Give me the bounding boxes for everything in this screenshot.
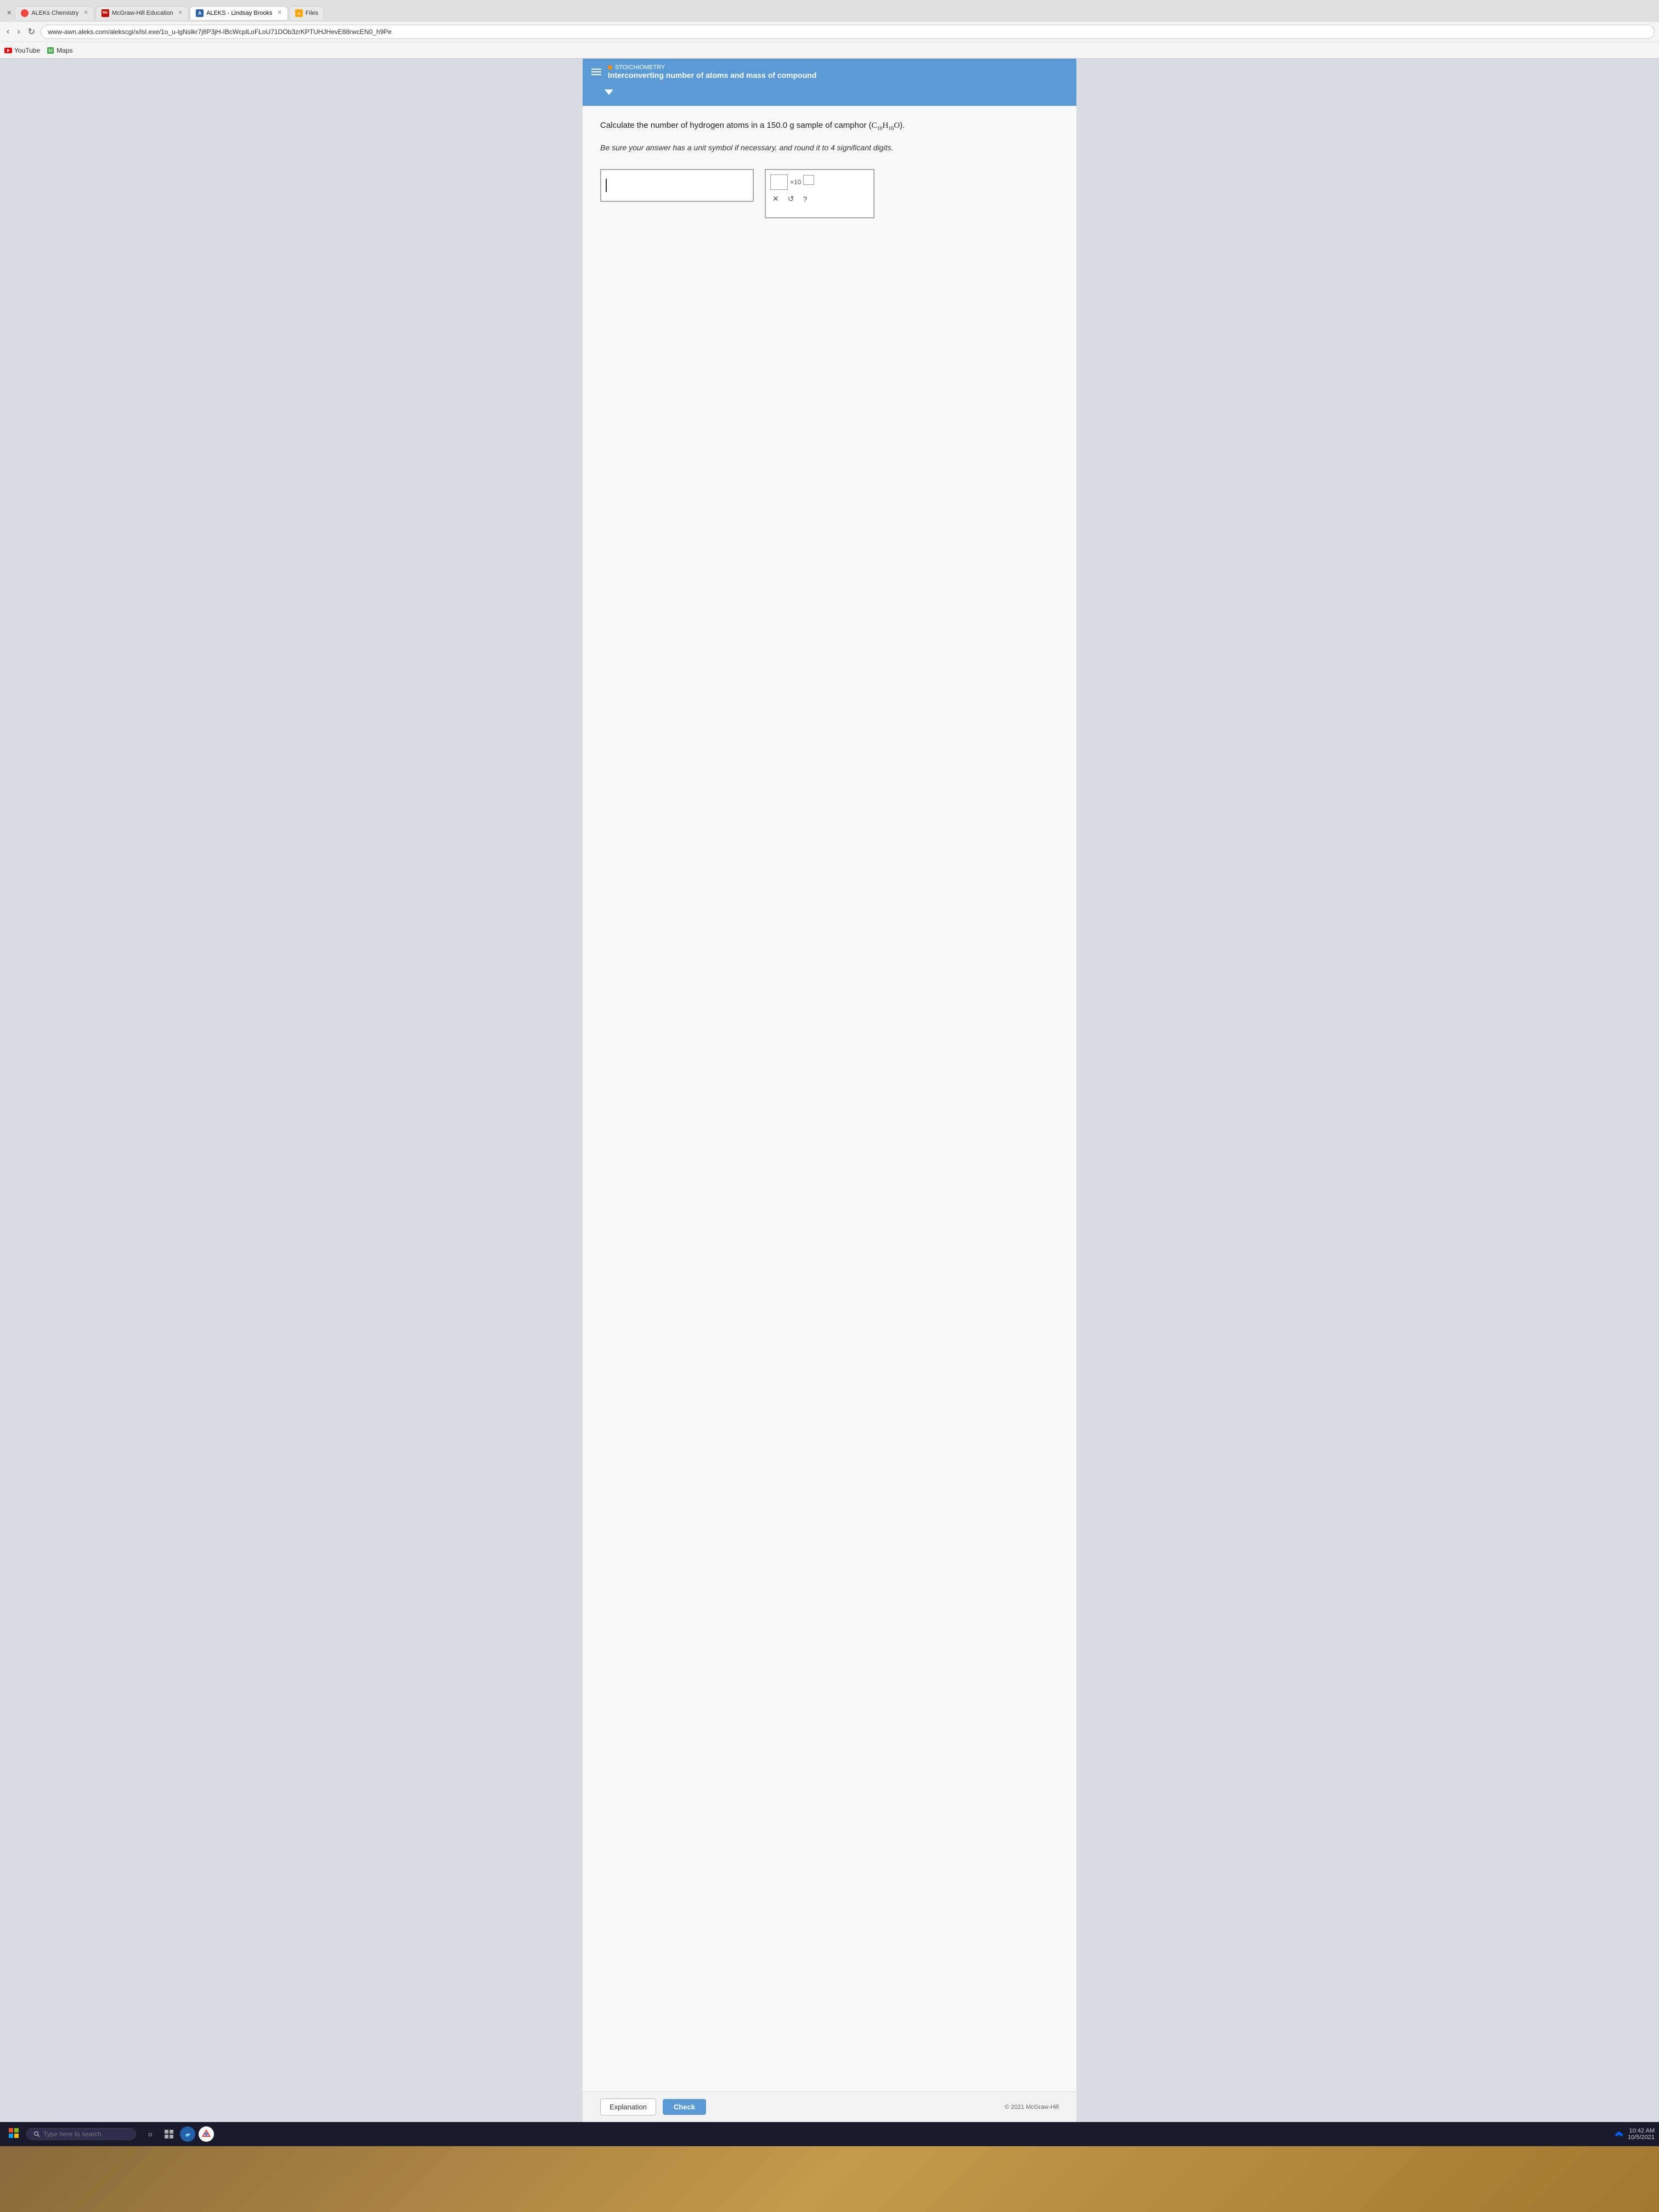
clock-date: 10/5/2021	[1628, 2134, 1655, 2141]
taskbar-search-input[interactable]	[43, 2130, 120, 2138]
forward-button[interactable]: ›	[15, 26, 22, 38]
tab-aleks-chemistry[interactable]: ALEKs Chemistry ✕	[15, 6, 94, 20]
expand-button[interactable]	[600, 87, 618, 97]
refresh-button[interactable]: ↻	[26, 25, 37, 38]
back-button[interactable]: ‹	[4, 26, 12, 38]
x10-label: ×10	[790, 178, 801, 186]
taskbar-circle-icon[interactable]: ○	[143, 2126, 158, 2142]
header-text: STOICHIOMETRY Interconverting number of …	[608, 64, 816, 80]
taskbar: ○	[0, 2122, 1659, 2146]
taskbar-search-bar[interactable]	[26, 2128, 136, 2140]
scientific-notation-box: ×10 ✕ ↺ ?	[765, 169, 874, 218]
laptop-body: // inline generation not needed, use CSS…	[0, 2146, 1659, 2212]
copyright-text: © 2021 McGraw-Hill	[1005, 2104, 1059, 2111]
dropbox-icon	[1615, 2130, 1623, 2138]
explanation-button[interactable]: Explanation	[600, 2098, 656, 2115]
svg-text:M: M	[49, 48, 53, 53]
formula-text: C10H16O	[871, 121, 900, 130]
bookmark-youtube-label: YouTube	[14, 47, 40, 54]
browser-chrome: ✕ ALEKs Chemistry ✕ Mc McGraw-Hill Educa…	[0, 0, 1659, 59]
sci-clear-button[interactable]: ✕	[772, 194, 779, 204]
address-input[interactable]: www-awn.aleks.com/alekscgi/x/lsl.exe/1o_…	[41, 25, 1655, 39]
topic-title: Interconverting number of atoms and mass…	[608, 71, 816, 80]
tab-aleks-main-close[interactable]: ✕	[278, 10, 282, 16]
clock-time: 10:42 AM	[1628, 2128, 1655, 2134]
stoichiometry-label: STOICHIOMETRY	[608, 64, 816, 71]
tab-aleks-label: ALEKs Chemistry	[31, 10, 78, 16]
svg-text:★: ★	[297, 12, 301, 16]
start-button[interactable]	[4, 2126, 23, 2143]
sci-undo-button[interactable]: ↺	[788, 194, 794, 204]
bookmarks-bar: YouTube M Maps	[0, 42, 1659, 58]
address-bar-row: ‹ › ↻ www-awn.aleks.com/alekscgi/x/lsl.e…	[0, 22, 1659, 42]
text-cursor	[606, 179, 607, 192]
page-container: STOICHIOMETRY Interconverting number of …	[583, 59, 1076, 2122]
sci-base-input[interactable]	[770, 174, 788, 190]
question-text: Calculate the number of hydrogen atoms i…	[600, 119, 1059, 133]
taskbar-chrome-icon[interactable]	[199, 2126, 214, 2142]
bottom-bar: Explanation Check © 2021 McGraw-Hill	[583, 2091, 1076, 2122]
tab-aleks-main[interactable]: A ALEKS - Lindsay Brooks ✕	[190, 6, 288, 20]
files-favicon: ★	[295, 9, 303, 17]
tab-mcgraw[interactable]: Mc McGraw-Hill Education ✕	[95, 6, 189, 20]
search-icon	[33, 2131, 40, 2137]
check-button[interactable]: Check	[663, 2099, 706, 2115]
answer-row: ×10 ✕ ↺ ?	[600, 169, 1059, 218]
browser-content: STOICHIOMETRY Interconverting number of …	[0, 59, 1659, 2122]
speaker-dots: // inline generation not needed, use CSS…	[747, 2171, 912, 2187]
tab-bar: ✕ ALEKs Chemistry ✕ Mc McGraw-Hill Educa…	[0, 0, 1659, 22]
bookmark-youtube[interactable]: YouTube	[4, 47, 40, 54]
orange-dot-icon	[608, 65, 612, 70]
mcgraw-favicon: Mc	[101, 9, 109, 17]
taskbar-edge-icon[interactable]	[180, 2126, 195, 2142]
speaker-grille: // inline generation not needed, use CSS…	[747, 2171, 912, 2187]
sci-exp-input[interactable]	[803, 175, 814, 185]
aleks-header: STOICHIOMETRY Interconverting number of …	[583, 59, 1076, 85]
taskbar-right: 10:42 AM 10/5/2021	[1615, 2128, 1655, 2141]
chevron-down-icon	[605, 89, 613, 95]
tab-files-label: Files	[306, 10, 318, 16]
tab-mcgraw-close[interactable]: ✕	[178, 10, 183, 16]
aleks-favicon	[21, 9, 29, 17]
section-label-text: STOICHIOMETRY	[615, 64, 665, 71]
content-area: Calculate the number of hydrogen atoms i…	[583, 106, 1076, 2091]
instruction-text: Be sure your answer has a unit symbol if…	[600, 142, 1059, 154]
main-answer-input[interactable]	[600, 169, 754, 202]
tab-files[interactable]: ★ Files	[289, 6, 324, 20]
bookmark-maps-label: Maps	[57, 47, 72, 54]
taskbar-windows-icon[interactable]	[161, 2126, 177, 2142]
taskbar-clock: 10:42 AM 10/5/2021	[1628, 2128, 1655, 2141]
aleks2-favicon: A	[196, 9, 204, 17]
tab-close-left[interactable]: ✕	[4, 9, 14, 16]
hamburger-menu[interactable]	[591, 69, 601, 75]
expand-section	[583, 85, 1076, 106]
taskbar-app-icons: ○	[143, 2126, 214, 2142]
tab-aleks-main-label: ALEKS - Lindsay Brooks	[206, 10, 272, 16]
sci-notation-top: ×10	[770, 174, 869, 190]
sci-controls: ✕ ↺ ?	[770, 194, 869, 204]
tab-aleks-close[interactable]: ✕	[83, 10, 88, 16]
sci-help-button[interactable]: ?	[803, 195, 807, 204]
bookmark-maps[interactable]: M Maps	[47, 47, 72, 54]
tab-mcgraw-label: McGraw-Hill Education	[112, 10, 173, 16]
